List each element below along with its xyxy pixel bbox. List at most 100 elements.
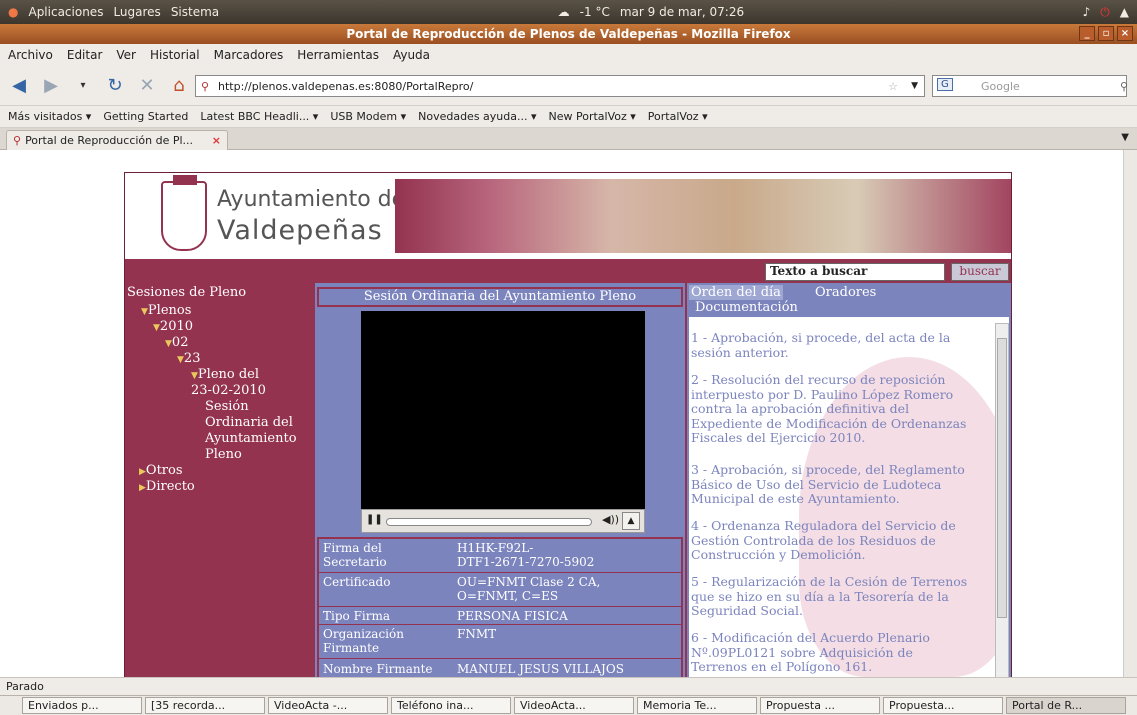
url-dropdown-icon[interactable]: ▼ [911,81,918,91]
tab-documentacion[interactable]: Documentación [695,300,798,315]
tree-node-plenos[interactable]: ▼Plenos [141,303,191,320]
menu-historial[interactable]: Historial [150,48,200,62]
taskbar-item[interactable]: Teléfono ina... [391,697,511,714]
menu-aplicaciones[interactable]: Aplicaciones [28,5,103,19]
taskbar-item[interactable]: VideoActa... [514,697,634,714]
bookmark-novedades-ayuda[interactable]: Novedades ayuda... ▾ [418,110,536,123]
taskbar-item-active[interactable]: Portal de R... [1006,697,1126,714]
logo-line-1: Ayuntamiento de [217,187,406,212]
menu-ayuda[interactable]: Ayuda [393,48,430,62]
menu-editar[interactable]: Editar [67,48,103,62]
minimize-icon[interactable]: _ [1079,26,1095,41]
menu-archivo[interactable]: Archivo [8,48,53,62]
logo-line-2: Valdepeñas [217,215,383,246]
stop-icon[interactable]: ✕ [136,75,158,96]
site-search-input[interactable]: Texto a buscar [765,263,945,281]
site-frame: Ayuntamiento de Valdepeñas Texto a busca… [124,172,1012,677]
sessions-tree: Sesiones de Pleno ▼Plenos ▼2010 ▼02 ▼23 … [125,283,315,677]
signature-row: Firma del Secretario H1HK-F92L- DTF1-2671-… [319,539,681,573]
tree-heading: Sesiones de Pleno [127,285,247,300]
reload-icon[interactable]: ↻ [104,75,126,96]
tree-node-directo[interactable]: ▶Directo [139,479,195,496]
tree-node-otros[interactable]: ▶Otros [139,463,183,480]
menu-ver[interactable]: Ver [116,48,136,62]
bookmark-getting-started[interactable]: Getting Started [103,110,188,123]
tree-node-pleno-date[interactable]: 23-02-2010 [191,383,266,399]
tree-node-session-4[interactable]: Pleno [205,447,242,463]
web-search-box[interactable]: G Google ⚲ [932,75,1128,97]
agenda-item[interactable]: 2 - Resolución del recurso de reposición… [691,372,997,446]
back-arrow-icon[interactable]: ◀ [8,75,30,96]
volume-icon[interactable]: ◀)) [602,513,619,526]
signature-row: Tipo Firma PERSONA FISICA [319,607,681,625]
video-controls: ❚❚ ◀)) ▲ [361,509,645,533]
bookmark-portalvoz[interactable]: PortalVoz ▾ [648,110,708,123]
tab-favicon-icon: ⚲ [13,134,22,147]
agenda-item[interactable]: 4 - Ordenanza Reguladora del Servicio de… [691,518,997,563]
page-scrollbar[interactable] [1123,150,1137,677]
menu-marcadores[interactable]: Marcadores [214,48,284,62]
tree-node-pleno[interactable]: ▼Pleno del [191,367,259,384]
video-player[interactable] [361,311,645,509]
tab-close-icon[interactable]: × [212,134,221,147]
agenda-item[interactable]: 3 - Aprobación, si procede, del Reglamen… [691,462,997,507]
site-search-button[interactable]: buscar [951,263,1009,281]
taskbar-item[interactable]: Memoria Te... [637,697,757,714]
menu-lugares[interactable]: Lugares [113,5,160,19]
bookmark-mas-visitados[interactable]: Más visitados ▾ [8,110,91,123]
maximize-icon[interactable]: ▫ [1098,26,1114,41]
collapsed-triangle-icon: ▶ [139,483,146,493]
search-placeholder: Google [981,79,1020,93]
tab-oradores[interactable]: Oradores [815,285,876,300]
close-icon[interactable]: × [1117,26,1133,41]
taskbar-item[interactable]: Propuesta... [883,697,1003,714]
power-icon[interactable]: ⏻ [1100,5,1110,20]
bookmark-star-icon[interactable]: ☆ [888,80,898,93]
volume-icon[interactable]: ♪ [1083,5,1091,19]
tree-node-2010[interactable]: ▼2010 [153,319,193,336]
pause-icon[interactable]: ❚❚ [366,514,383,525]
bookmark-bbc-headlines[interactable]: Latest BBC Headli... ▾ [200,110,318,123]
tree-node-02[interactable]: ▼02 [165,335,188,352]
menu-sistema[interactable]: Sistema [171,5,219,19]
tree-node-session-1[interactable]: Sesión [205,399,249,415]
collapsed-triangle-icon: ▶ [139,467,146,477]
tree-node-session-3[interactable]: Ayuntamiento [205,431,297,447]
video-seek-bar[interactable] [386,518,592,526]
agenda-item[interactable]: 1 - Aprobación, si procede, del acta de … [691,330,997,360]
taskbar-item[interactable]: [35 recorda... [145,697,265,714]
weather-text[interactable]: -1 °C [580,5,610,19]
forward-arrow-icon[interactable]: ▶ [40,75,62,96]
tree-node-session-2[interactable]: Ordinaria del [205,415,293,431]
expanded-triangle-icon: ▼ [165,339,172,349]
ubuntu-logo-icon[interactable]: ● [8,5,18,19]
home-icon[interactable]: ⌂ [168,75,190,96]
clock[interactable]: mar 9 de mar, 07:26 [620,5,744,19]
tab-list-icon[interactable]: ▼ [1121,132,1129,143]
network-icon[interactable]: ▲ [1120,5,1129,19]
agenda-scrollbar[interactable] [995,323,1009,677]
tab-portal[interactable]: ⚲ Portal de Reproducción de Pl... × [6,130,228,150]
taskbar-item[interactable]: Enviados p... [22,697,142,714]
tree-node-23[interactable]: ▼23 [177,351,200,368]
weather-icon: ☁ [557,5,570,19]
search-engine-selector[interactable]: G [937,78,953,91]
bookmark-new-portalvoz[interactable]: New PortalVoz ▾ [549,110,636,123]
tab-orden-del-dia[interactable]: Orden del día [689,285,783,300]
taskbar-item[interactable]: Propuesta ... [760,697,880,714]
search-icon[interactable]: ⚲ [1120,80,1128,93]
expanded-triangle-icon: ▼ [141,307,148,317]
taskbar: Enviados p... [35 recorda... VideoActa -… [0,695,1137,715]
agenda-item[interactable]: 5 - Regularización de la Cesión de Terre… [691,574,997,619]
menu-herramientas[interactable]: Herramientas [297,48,379,62]
history-dropdown-icon[interactable]: ▾ [72,80,94,91]
coat-of-arms-icon [161,175,207,251]
fullscreen-toggle-icon[interactable]: ▲ [622,512,640,530]
agenda-scroll-thumb[interactable] [997,338,1007,618]
site-favicon-icon: ⚲ [201,79,210,93]
url-bar[interactable]: ⚲ http://plenos.valdepenas.es:8080/Porta… [195,75,925,97]
agenda-item[interactable]: 6 - Modificación del Acuerdo Plenario Nº… [691,630,997,675]
agenda-tabs: Orden del día Oradores Documentación [687,283,1011,317]
taskbar-item[interactable]: VideoActa -... [268,697,388,714]
bookmark-usb-modem[interactable]: USB Modem ▾ [330,110,406,123]
